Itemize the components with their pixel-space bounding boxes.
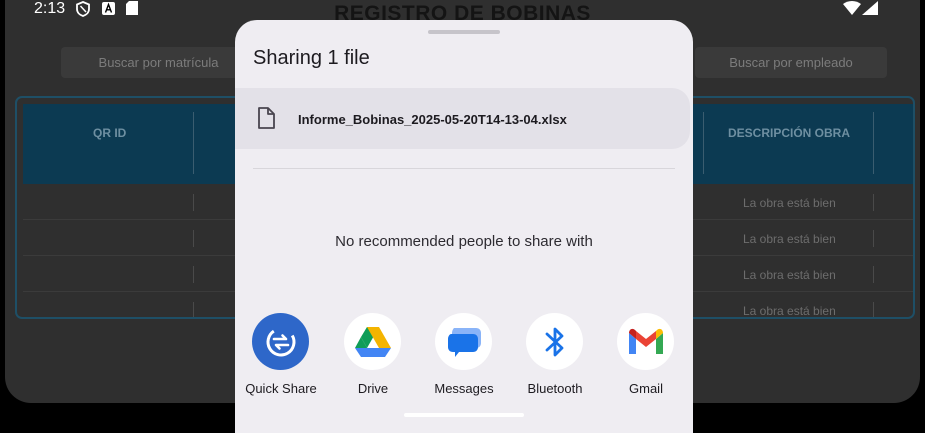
header-divider: [703, 112, 704, 174]
a-icon: [102, 2, 115, 20]
share-target-label: Drive: [357, 381, 389, 396]
share-target-label: Gmail: [629, 381, 663, 396]
drag-handle[interactable]: [428, 30, 500, 34]
file-icon: [257, 107, 275, 134]
sd-card-icon: [126, 1, 138, 20]
share-target-gmail[interactable]: Gmail: [606, 313, 686, 403]
cell-divider: [193, 302, 194, 317]
cell-divider: [873, 230, 874, 247]
drive-icon: [344, 313, 401, 370]
share-target-label: Messages: [434, 381, 494, 396]
header-divider: [193, 112, 194, 174]
share-sheet-title: Sharing 1 file: [253, 47, 370, 69]
share-target-drive[interactable]: Drive: [333, 313, 413, 403]
quick-share-icon: [252, 313, 309, 370]
cell-divider: [873, 194, 874, 211]
cell-divider: [193, 230, 194, 247]
navigation-handle[interactable]: [404, 413, 524, 417]
wifi-icon: [843, 1, 861, 20]
cell-divider: [193, 194, 194, 211]
cell-divider: [873, 302, 874, 317]
header-qr-id: QR ID: [93, 126, 127, 140]
messages-icon: [435, 313, 492, 370]
cell-divider: [873, 266, 874, 283]
share-target-quick-share[interactable]: Quick Share: [241, 313, 321, 403]
share-target-bluetooth[interactable]: Bluetooth: [515, 313, 595, 403]
share-target-messages[interactable]: Messages: [424, 313, 504, 403]
search-empleado-input[interactable]: Buscar por empleado: [695, 47, 887, 78]
no-recommendations-text: No recommended people to share with: [335, 233, 593, 250]
status-bar: 2:13: [0, 0, 925, 20]
header-descripcion-obra: DESCRIPCIÓN OBRA: [728, 126, 851, 140]
shield-icon: [76, 1, 90, 22]
file-name: Informe_Bobinas_2025-05-20T14-13-04.xlsx: [298, 112, 567, 127]
cell-descripcion: La obra está bien: [743, 304, 836, 318]
screen: REGISTRO DE BOBINAS Buscar por matrícula…: [0, 0, 925, 433]
cell-descripcion: La obra está bien: [743, 196, 836, 210]
gmail-icon: [617, 313, 674, 370]
search-matricula-input[interactable]: Buscar por matrícula: [61, 47, 256, 78]
file-preview: Informe_Bobinas_2025-05-20T14-13-04.xlsx: [235, 88, 690, 149]
bluetooth-icon: [526, 313, 583, 370]
divider: [253, 168, 675, 169]
share-sheet: Sharing 1 file Informe_Bobinas_2025-05-2…: [235, 20, 693, 433]
cell-divider: [193, 266, 194, 283]
signal-icon: [862, 1, 878, 20]
cell-descripcion: La obra está bien: [743, 268, 836, 282]
status-time: 2:13: [34, 0, 66, 17]
cell-descripcion: La obra está bien: [743, 232, 836, 246]
header-divider: [873, 112, 874, 174]
share-target-label: Quick Share: [245, 381, 317, 396]
share-target-label: Bluetooth: [527, 381, 583, 396]
